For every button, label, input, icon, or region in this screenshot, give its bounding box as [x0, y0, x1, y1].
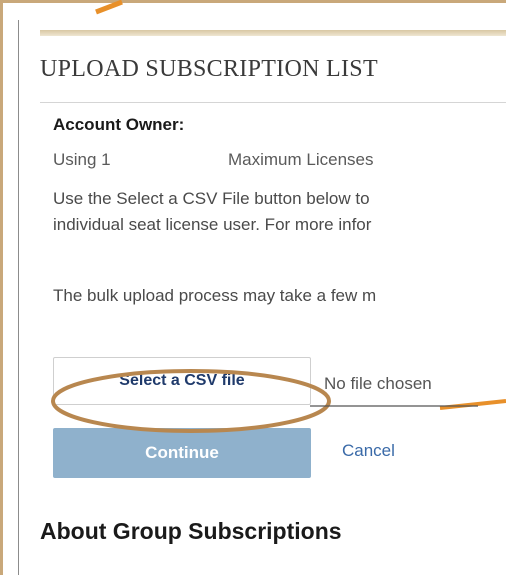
licenses-used: Using 1	[53, 150, 111, 169]
licenses-info: Using 1 Maximum Licenses	[53, 150, 374, 170]
about-group-subscriptions-heading: About Group Subscriptions	[40, 518, 342, 544]
file-status-text: No file chosen	[324, 374, 432, 393]
instruction-line-2: individual seat license user. For more i…	[53, 215, 372, 234]
instruction-line-1: Use the Select a CSV File button below t…	[53, 189, 370, 208]
frame-left-border	[0, 0, 3, 575]
instruction-text: Use the Select a CSV File button below t…	[53, 186, 506, 238]
content-left-border	[18, 20, 19, 575]
select-csv-file-button[interactable]: Select a CSV file	[53, 357, 311, 405]
account-owner-label: Account Owner:	[53, 115, 185, 134]
bulk-upload-note: The bulk upload process may take a few m	[53, 286, 377, 305]
continue-button[interactable]: Continue	[53, 428, 311, 478]
cancel-link[interactable]: Cancel	[342, 441, 395, 461]
form-area: Account Owner: Using 1 Maximum Licenses U…	[40, 0, 506, 575]
licenses-maximum: Maximum Licenses	[228, 150, 374, 169]
